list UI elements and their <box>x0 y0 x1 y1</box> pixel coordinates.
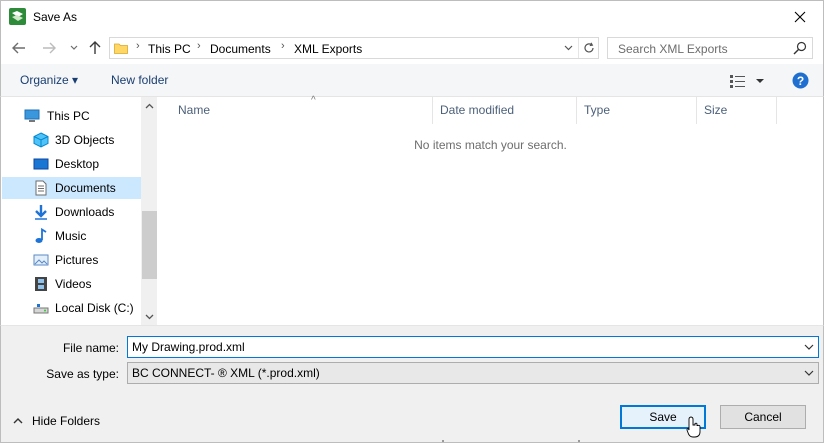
drive-icon <box>33 304 49 314</box>
file-list[interactable]: Name ^ Date modified Type Size No items … <box>157 95 824 325</box>
help-icon[interactable]: ? <box>792 72 809 89</box>
command-toolbar: Organize ▾ New folder ? <box>0 64 824 97</box>
sidebar-item-videos[interactable]: Videos <box>2 273 141 295</box>
hide-folders-label: Hide Folders <box>32 414 101 428</box>
column-header-size[interactable]: Size <box>697 97 777 124</box>
sidebar-item-local-disk[interactable]: Local Disk (C:) <box>2 297 141 319</box>
chevron-down-icon[interactable] <box>802 340 816 354</box>
organize-menu-button[interactable]: Organize ▾ <box>20 73 78 87</box>
column-header-label: Size <box>704 103 728 117</box>
app-icon <box>9 8 26 25</box>
file-name-label: File name: <box>62 341 119 355</box>
sidebar-item-label: Local Disk (C:) <box>55 301 134 315</box>
svg-text:?: ? <box>797 74 804 88</box>
breadcrumb-separator: › <box>197 40 201 52</box>
close-icon <box>794 11 806 22</box>
sidebar-item-pictures[interactable]: Pictures <box>2 249 141 271</box>
search-input[interactable]: Search XML Exports <box>607 37 813 59</box>
music-note-icon <box>35 228 47 243</box>
chevron-down-icon <box>145 314 154 319</box>
picture-icon <box>33 254 49 266</box>
scroll-down-button[interactable] <box>141 308 158 325</box>
scrollbar-thumb[interactable] <box>142 211 157 279</box>
document-icon <box>35 180 47 196</box>
chevron-up-icon <box>145 103 154 108</box>
sidebar-item-label: Music <box>55 229 87 243</box>
sidebar-item-label: Downloads <box>55 205 115 219</box>
sidebar-scrollbar[interactable] <box>141 97 158 325</box>
chevron-up-icon <box>13 418 23 424</box>
sidebar-item-label: Desktop <box>55 157 100 171</box>
download-arrow-icon <box>35 205 47 220</box>
refresh-icon <box>583 42 594 53</box>
sort-ascending-icon: ^ <box>311 95 316 106</box>
resize-grip <box>442 440 580 442</box>
column-header-type[interactable]: Type <box>577 97 697 124</box>
column-header-label: Date modified <box>440 103 515 117</box>
sidebar-item-label: Videos <box>55 277 92 291</box>
arrow-up-icon <box>89 41 101 54</box>
close-button[interactable] <box>777 1 823 32</box>
sidebar-item-music[interactable]: Music <box>2 225 141 247</box>
breadcrumb-xml-exports[interactable]: XML Exports <box>294 42 362 56</box>
title-bar: Save As <box>0 0 824 32</box>
refresh-button[interactable] <box>578 38 598 58</box>
sidebar-item-label: Documents <box>55 181 116 195</box>
file-name-input[interactable] <box>127 336 819 358</box>
search-icon[interactable] <box>793 41 807 55</box>
sidebar-item-label: 3D Objects <box>55 133 115 147</box>
chevron-down-icon[interactable] <box>802 366 816 380</box>
sidebar-item-label: This PC <box>47 109 90 123</box>
column-header-date-modified[interactable]: Date modified <box>433 97 577 124</box>
chevron-down-icon <box>564 45 572 51</box>
mouse-pointer-icon <box>686 416 701 438</box>
save-as-type-select[interactable]: BC CONNECT- ® XML (*.prod.xml) <box>127 362 819 384</box>
column-header-label: Name <box>178 103 211 117</box>
sidebar-item-this-pc[interactable]: This PC <box>2 105 141 127</box>
desktop-icon <box>33 158 49 170</box>
navigation-pane: This PC 3D Objects Desktop Documents Dow… <box>0 97 158 325</box>
scroll-up-button[interactable] <box>141 97 158 114</box>
computer-icon <box>24 109 40 122</box>
forward-button[interactable] <box>39 38 59 58</box>
folder-icon <box>114 43 128 54</box>
sidebar-item-3d-objects[interactable]: 3D Objects <box>2 129 141 151</box>
new-folder-button[interactable]: New folder <box>111 73 168 87</box>
view-options-icon[interactable] <box>729 73 765 89</box>
empty-results-message: No items match your search. <box>414 138 567 152</box>
column-header-name[interactable]: Name ^ <box>171 95 433 124</box>
cube-icon <box>33 132 49 148</box>
arrow-right-icon <box>43 42 56 54</box>
sidebar-item-desktop[interactable]: Desktop <box>2 153 141 175</box>
chevron-down-icon <box>70 45 78 50</box>
breadcrumb-documents[interactable]: Documents <box>210 42 271 56</box>
breadcrumb-separator: › <box>281 40 285 52</box>
recent-locations-button[interactable] <box>64 38 84 58</box>
cancel-button[interactable]: Cancel <box>720 405 806 429</box>
address-dropdown-button[interactable] <box>560 40 576 56</box>
navigation-bar: › This PC › Documents › XML Exports Sear… <box>0 32 824 64</box>
search-placeholder: Search XML Exports <box>618 42 728 56</box>
sidebar-item-label: Pictures <box>55 253 99 267</box>
back-button[interactable] <box>9 38 29 58</box>
film-icon <box>35 277 47 291</box>
arrow-left-icon <box>12 42 25 54</box>
address-bar[interactable]: › This PC › Documents › XML Exports <box>109 37 599 59</box>
save-as-type-label: Save as type: <box>46 367 119 381</box>
breadcrumb-this-pc[interactable]: This PC <box>148 42 191 56</box>
column-header-label: Type <box>584 103 611 117</box>
up-button[interactable] <box>85 38 105 58</box>
sidebar-item-downloads[interactable]: Downloads <box>2 201 141 223</box>
sidebar-item-documents[interactable]: Documents <box>2 177 141 199</box>
window-title: Save As <box>33 10 78 24</box>
breadcrumb-separator: › <box>136 40 140 52</box>
